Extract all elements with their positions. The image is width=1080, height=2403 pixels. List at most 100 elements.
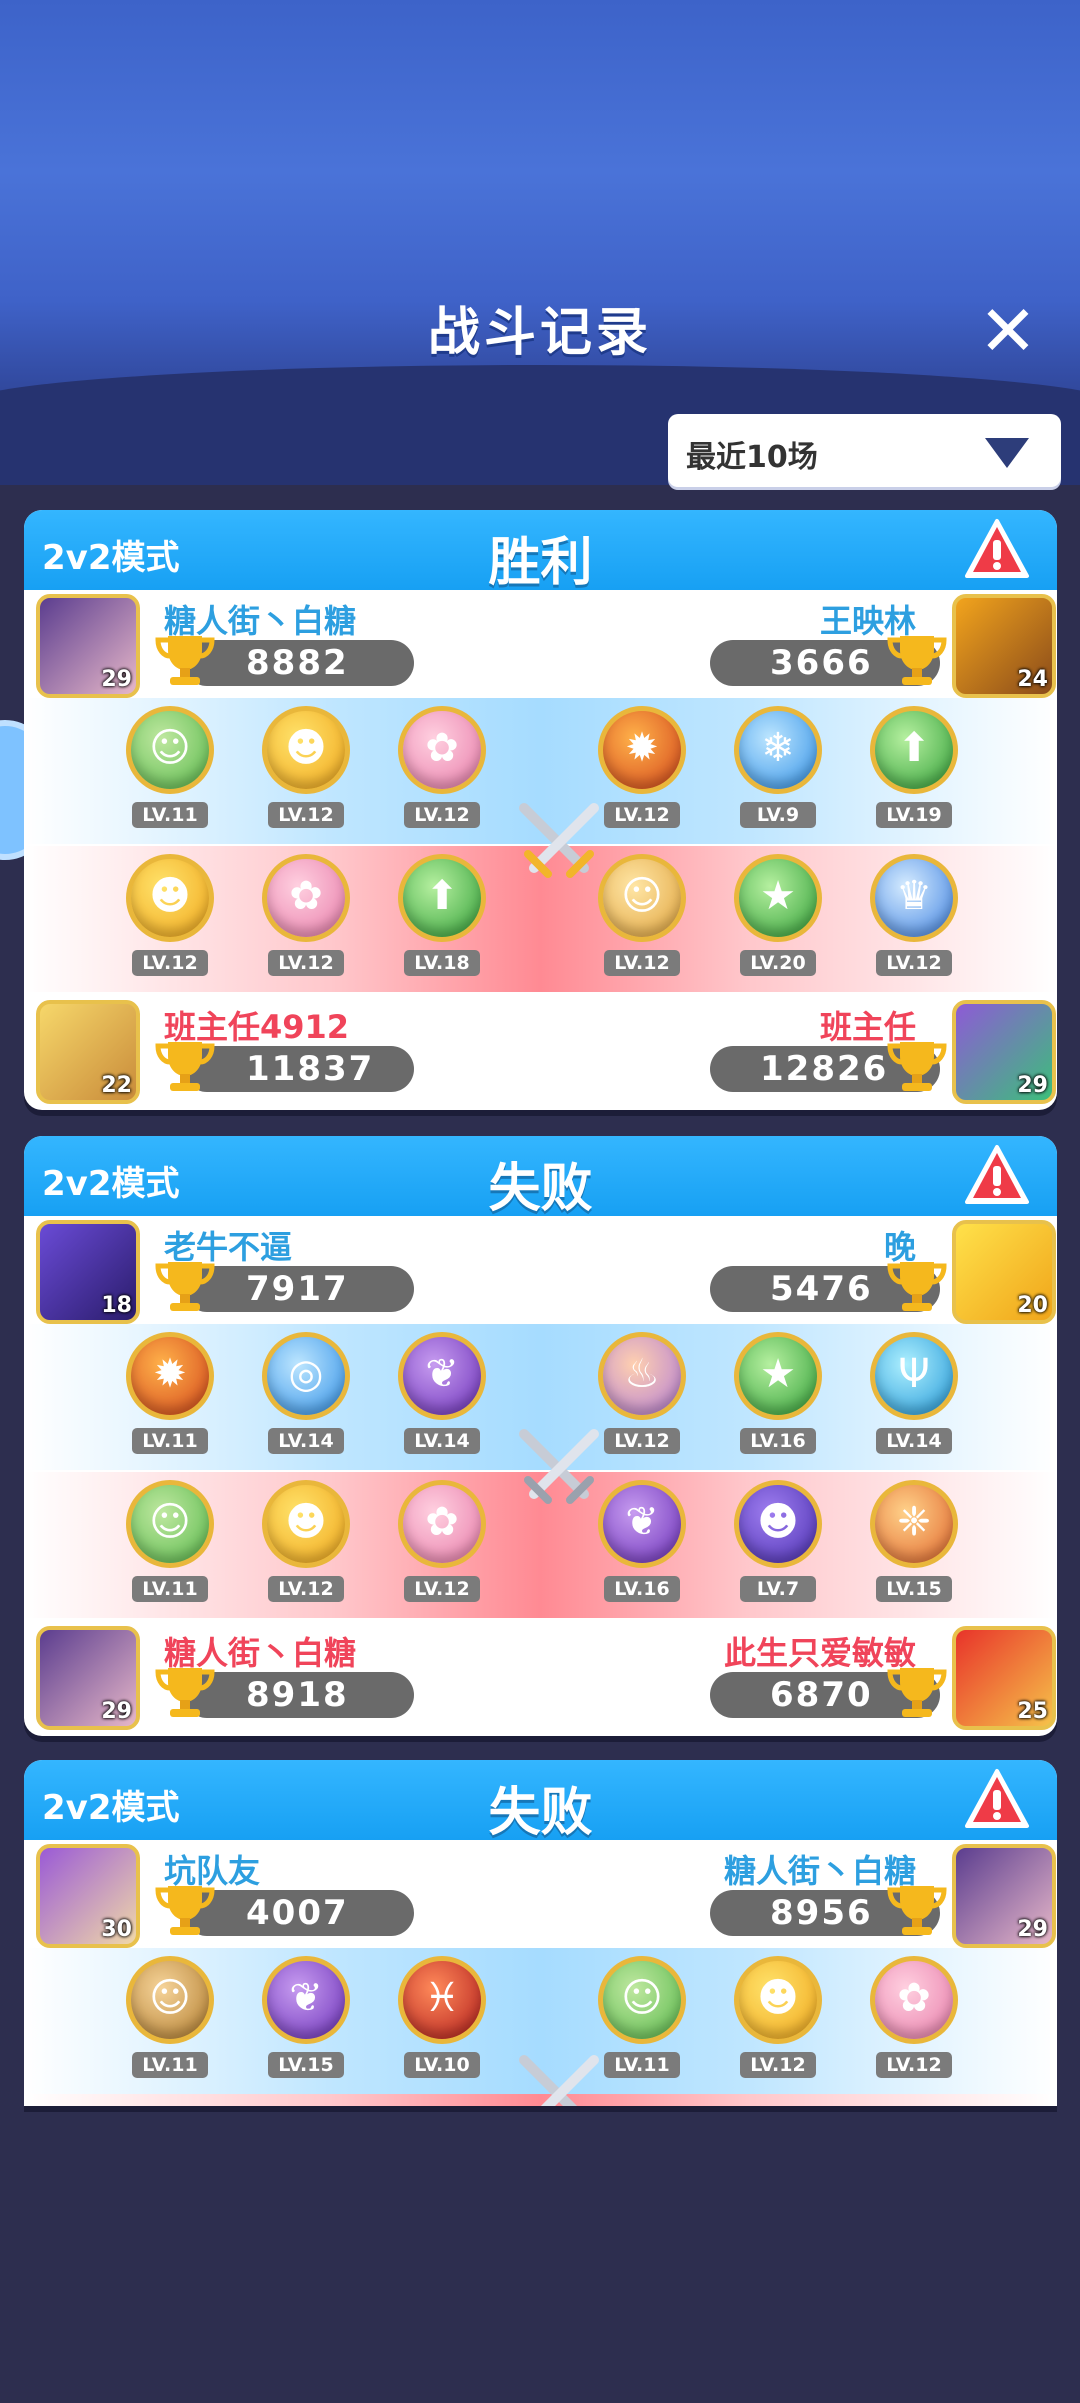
pet-slot[interactable]: ☻ LV.12 bbox=[258, 1480, 354, 1608]
trophy-icon bbox=[155, 1262, 215, 1311]
pet-level: LV.14 bbox=[268, 1428, 344, 1454]
pet-slot[interactable]: ☺ LV.11 bbox=[594, 1956, 690, 2084]
trophy-count: 8918 bbox=[184, 1672, 414, 1718]
pet-slot[interactable]: ✿ LV.12 bbox=[394, 706, 490, 834]
pet-level: LV.16 bbox=[604, 1576, 680, 1602]
pet-slot[interactable]: ❄ LV.9 bbox=[730, 706, 826, 834]
trophy-icon bbox=[155, 1886, 215, 1935]
pet-slot[interactable]: ♨ LV.12 bbox=[594, 1332, 690, 1460]
pet-slot[interactable]: ☻ LV.7 bbox=[730, 1480, 826, 1608]
pet-slot[interactable]: ❦ LV.14 bbox=[394, 1332, 490, 1460]
player-level: 29 bbox=[1017, 1073, 1048, 1098]
pet-level: LV.12 bbox=[604, 950, 680, 976]
pet-slot[interactable]: ◎ LV.14 bbox=[258, 1332, 354, 1460]
crossed-swords-icon bbox=[519, 803, 599, 878]
pet-level: LV.10 bbox=[404, 2052, 480, 2078]
pet-slot[interactable]: ⬆ LV.19 bbox=[866, 706, 962, 834]
warning-triangle-icon[interactable] bbox=[964, 518, 1030, 580]
player-level: 29 bbox=[101, 1699, 132, 1724]
pet-slot[interactable]: ♛ LV.12 bbox=[866, 854, 962, 982]
card-header: 2v2模式 失败 bbox=[24, 1760, 1057, 1843]
trophy-icon bbox=[887, 1262, 947, 1311]
player-bottom-right[interactable]: 班主任 12826 29 bbox=[540, 998, 1056, 1104]
match-count-dropdown[interactable]: 最近10场 bbox=[668, 414, 1061, 487]
pet-slot[interactable]: ☺ LV.11 bbox=[122, 1480, 218, 1608]
pet-level: LV.11 bbox=[132, 1576, 208, 1602]
pet-level: LV.16 bbox=[740, 1428, 816, 1454]
player-top-right[interactable]: 王映林 3666 24 bbox=[540, 592, 1056, 698]
pet-slot[interactable]: ✹ LV.11 bbox=[122, 1332, 218, 1460]
warning-triangle-icon[interactable] bbox=[964, 1144, 1030, 1206]
pet-slot[interactable]: ☻ LV.12 bbox=[122, 854, 218, 982]
pet-level: LV.12 bbox=[268, 1576, 344, 1602]
trophy-icon bbox=[155, 1042, 215, 1091]
match-card: 2v2模式 失败 18 老牛不逼 7917 晚 5476 20 ✹ LV.11 ◎… bbox=[24, 1136, 1057, 1736]
trophy-icon bbox=[887, 1668, 947, 1717]
crossed-swords-icon bbox=[519, 1429, 599, 1504]
pet-slot[interactable]: ❦ LV.16 bbox=[594, 1480, 690, 1608]
trophy-count: 7917 bbox=[184, 1266, 414, 1312]
pet-level: LV.12 bbox=[404, 1576, 480, 1602]
pet-slot[interactable]: ☺ LV.12 bbox=[594, 854, 690, 982]
card-header: 2v2模式 胜利 bbox=[24, 510, 1057, 593]
pet-slot[interactable]: ☺ LV.11 bbox=[122, 1956, 218, 2084]
player-bottom-left[interactable]: 29 糖人街丶白糖 8918 bbox=[24, 1624, 540, 1730]
avatar[interactable]: 30 bbox=[36, 1844, 140, 1948]
pet-slot[interactable]: ★ LV.20 bbox=[730, 854, 826, 982]
pet-slot[interactable]: ☺ LV.11 bbox=[122, 706, 218, 834]
avatar[interactable]: 20 bbox=[952, 1220, 1056, 1324]
avatar[interactable]: 24 bbox=[952, 594, 1056, 698]
avatar[interactable]: 29 bbox=[952, 1000, 1056, 1104]
player-bottom-left[interactable]: 22 班主任4912 11837 bbox=[24, 998, 540, 1104]
avatar[interactable]: 18 bbox=[36, 1220, 140, 1324]
warning-triangle-icon[interactable] bbox=[964, 1768, 1030, 1830]
pet-slot[interactable]: ★ LV.16 bbox=[730, 1332, 826, 1460]
avatar[interactable]: 29 bbox=[36, 594, 140, 698]
pet-slot[interactable]: ❦ LV.15 bbox=[258, 1956, 354, 2084]
result-label: 失败 bbox=[488, 1783, 593, 1843]
trophy-icon bbox=[887, 1042, 947, 1091]
pet-slot[interactable]: ✿ LV.12 bbox=[258, 854, 354, 982]
player-level: 30 bbox=[101, 1917, 132, 1942]
avatar[interactable]: 22 bbox=[36, 1000, 140, 1104]
pet-slot[interactable]: ⬆ LV.18 bbox=[394, 854, 490, 982]
pet-slot[interactable]: ☻ LV.12 bbox=[730, 1956, 826, 2084]
pet-slot[interactable]: ♓ LV.10 bbox=[394, 1956, 490, 2084]
avatar[interactable]: 29 bbox=[36, 1626, 140, 1730]
pet-slot[interactable]: ❈ LV.15 bbox=[866, 1480, 962, 1608]
result-label: 胜利 bbox=[488, 533, 593, 593]
player-top-right[interactable]: 晚 5476 20 bbox=[540, 1218, 1056, 1324]
close-icon[interactable]: ✕ bbox=[975, 296, 1041, 366]
trophy-count: 4007 bbox=[184, 1890, 414, 1936]
pet-slot[interactable]: Ψ LV.14 bbox=[866, 1332, 962, 1460]
pet-level: LV.18 bbox=[404, 950, 480, 976]
player-bottom-right[interactable]: 此生只爱敏敏 6870 25 bbox=[540, 1624, 1056, 1730]
pet-slot[interactable]: ☻ LV.12 bbox=[258, 706, 354, 834]
pet-slot[interactable]: ✿ LV.12 bbox=[394, 1480, 490, 1608]
player-top-left[interactable]: 30 坑队友 4007 bbox=[24, 1842, 540, 1948]
avatar[interactable]: 25 bbox=[952, 1626, 1056, 1730]
pet-level: LV.11 bbox=[132, 2052, 208, 2078]
pet-slot[interactable]: ✹ LV.12 bbox=[594, 706, 690, 834]
crossed-swords-icon bbox=[519, 2055, 599, 2106]
player-top-left[interactable]: 29 糖人街丶白糖 8882 bbox=[24, 592, 540, 698]
pet-slot[interactable]: ✿ LV.12 bbox=[866, 1956, 962, 2084]
pet-level: LV.12 bbox=[604, 802, 680, 828]
pet-level: LV.11 bbox=[604, 2052, 680, 2078]
trophy-icon bbox=[155, 1668, 215, 1717]
player-level: 25 bbox=[1017, 1699, 1048, 1724]
pet-level: LV.12 bbox=[740, 2052, 816, 2078]
player-level: 29 bbox=[1017, 1917, 1048, 1942]
match-card: 2v2模式 胜利 29 糖人街丶白糖 8882 王映林 3666 24 ☺ LV.… bbox=[24, 510, 1057, 1110]
pet-level: LV.12 bbox=[132, 950, 208, 976]
player-level: 29 bbox=[101, 667, 132, 692]
trophy-icon bbox=[887, 636, 947, 685]
player-top-right[interactable]: 糖人街丶白糖 8956 29 bbox=[540, 1842, 1056, 1948]
pet-level: LV.14 bbox=[404, 1428, 480, 1454]
pet-level: LV.20 bbox=[740, 950, 816, 976]
pet-level: LV.12 bbox=[268, 802, 344, 828]
player-level: 22 bbox=[101, 1073, 132, 1098]
pet-level: LV.12 bbox=[404, 802, 480, 828]
player-top-left[interactable]: 18 老牛不逼 7917 bbox=[24, 1218, 540, 1324]
avatar[interactable]: 29 bbox=[952, 1844, 1056, 1948]
